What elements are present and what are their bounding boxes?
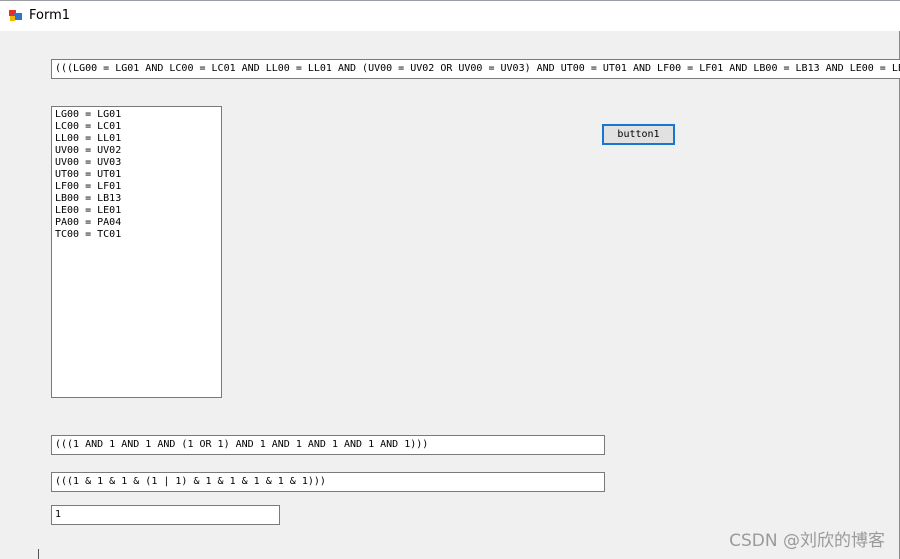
- list-item[interactable]: PA00 = PA04: [55, 217, 218, 229]
- list-item[interactable]: LC00 = LC01: [55, 121, 218, 133]
- list-item[interactable]: UV00 = UV02: [55, 145, 218, 157]
- list-item[interactable]: UT00 = UT01: [55, 169, 218, 181]
- watermark: CSDN @刘欣的博客: [729, 531, 885, 551]
- list-item[interactable]: LL00 = LL01: [55, 133, 218, 145]
- symbol-expression-field[interactable]: (((1 & 1 & 1 & (1 | 1) & 1 & 1 & 1 & 1 &…: [51, 472, 605, 492]
- expression-input[interactable]: (((LG00 = LG01 AND LC00 = LC01 AND LL00 …: [51, 59, 900, 79]
- list-item[interactable]: TC00 = TC01: [55, 229, 218, 241]
- list-item[interactable]: LE00 = LE01: [55, 205, 218, 217]
- app-icon: [9, 10, 22, 21]
- replaced-expression-field[interactable]: (((1 AND 1 AND 1 AND (1 OR 1) AND 1 AND …: [51, 435, 605, 455]
- divider: [38, 549, 39, 559]
- title-bar: Form1: [0, 0, 900, 31]
- list-item[interactable]: UV00 = UV03: [55, 157, 218, 169]
- window-title: Form1: [29, 8, 71, 23]
- conditions-listbox[interactable]: LG00 = LG01 LC00 = LC01 LL00 = LL01 UV00…: [51, 106, 222, 398]
- button1[interactable]: button1: [602, 124, 675, 145]
- list-item[interactable]: LF00 = LF01: [55, 181, 218, 193]
- list-item[interactable]: LG00 = LG01: [55, 109, 218, 121]
- result-field[interactable]: 1: [51, 505, 280, 525]
- list-item[interactable]: LB00 = LB13: [55, 193, 218, 205]
